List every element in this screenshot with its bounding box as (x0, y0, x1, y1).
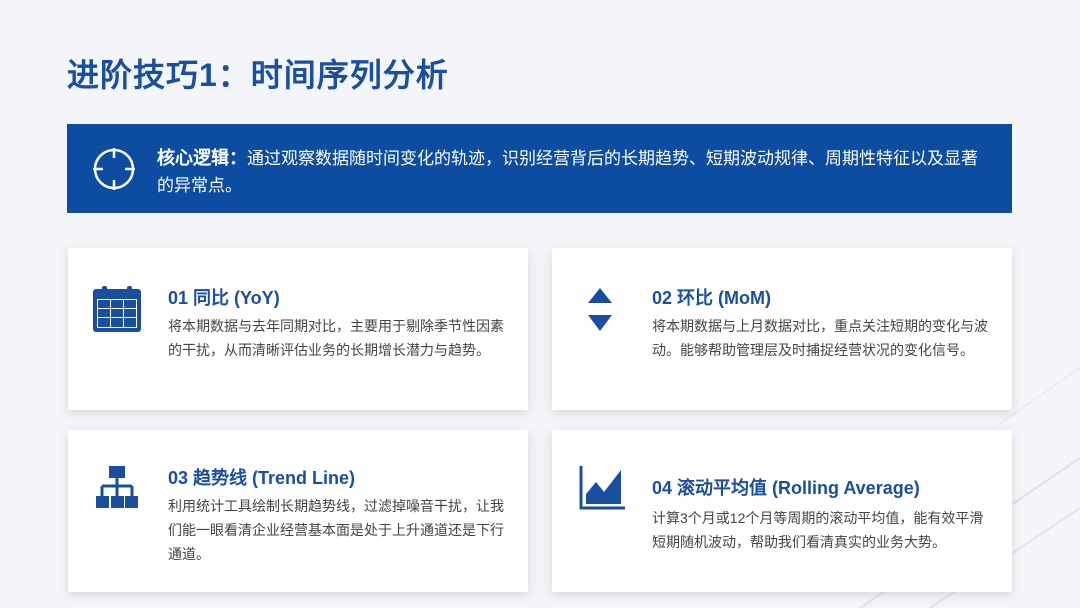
hierarchy-icon (96, 466, 138, 508)
card-description: 利用统计工具绘制长期趋势线，过滤掉噪音干扰，让我们能一眼看清企业经营基本面是处于… (168, 498, 504, 562)
card-description: 将本期数据与去年同期对比，主要用于剔除季节性因素的干扰，从而清晰评估业务的长期增… (168, 318, 504, 358)
card-trend-line: 03 趋势线 (Trend Line) 利用统计工具绘制长期趋势线，过滤掉噪音干… (68, 430, 528, 592)
calendar-icon (93, 286, 141, 332)
card-description: 计算3个月或12个月等周期的滚动平均值，能有效平滑短期随机波动，帮助我们看清真实… (652, 510, 984, 550)
card-title: 04 滚动平均值 (Rolling Average) (652, 478, 920, 498)
banner-label: 核心逻辑： (157, 148, 247, 168)
card-description: 将本期数据与上月数据对比，重点关注短期的变化与波动。能够帮助管理层及时捕捉经营状… (652, 318, 988, 358)
banner-body: 通过观察数据随时间变化的轨迹，识别经营背后的长期趋势、短期波动规律、周期性特征以… (157, 149, 978, 195)
core-logic-banner: 核心逻辑：通过观察数据随时间变化的轨迹，识别经营背后的长期趋势、短期波动规律、周… (67, 124, 1012, 213)
card-rolling-average: 04 滚动平均值 (Rolling Average) 计算3个月或12个月等周期… (552, 430, 1012, 592)
card-yoy: 01 同比 (YoY) 将本期数据与去年同期对比，主要用于剔除季节性因素的干扰，… (68, 248, 528, 410)
page-title: 进阶技巧1：时间序列分析 (67, 57, 449, 93)
card-mom: 02 环比 (MoM) 将本期数据与上月数据对比，重点关注短期的变化与波动。能够… (552, 248, 1012, 410)
card-title: 02 环比 (MoM) (652, 288, 771, 308)
area-chart-icon (579, 466, 625, 510)
card-title: 01 同比 (YoY) (168, 288, 280, 308)
banner-text: 核心逻辑：通过观察数据随时间变化的轨迹，识别经营背后的长期趋势、短期波动规律、周… (157, 145, 990, 199)
crosshair-icon (93, 148, 135, 190)
card-title: 03 趋势线 (Trend Line) (168, 468, 356, 488)
up-down-arrows-icon (588, 288, 612, 331)
